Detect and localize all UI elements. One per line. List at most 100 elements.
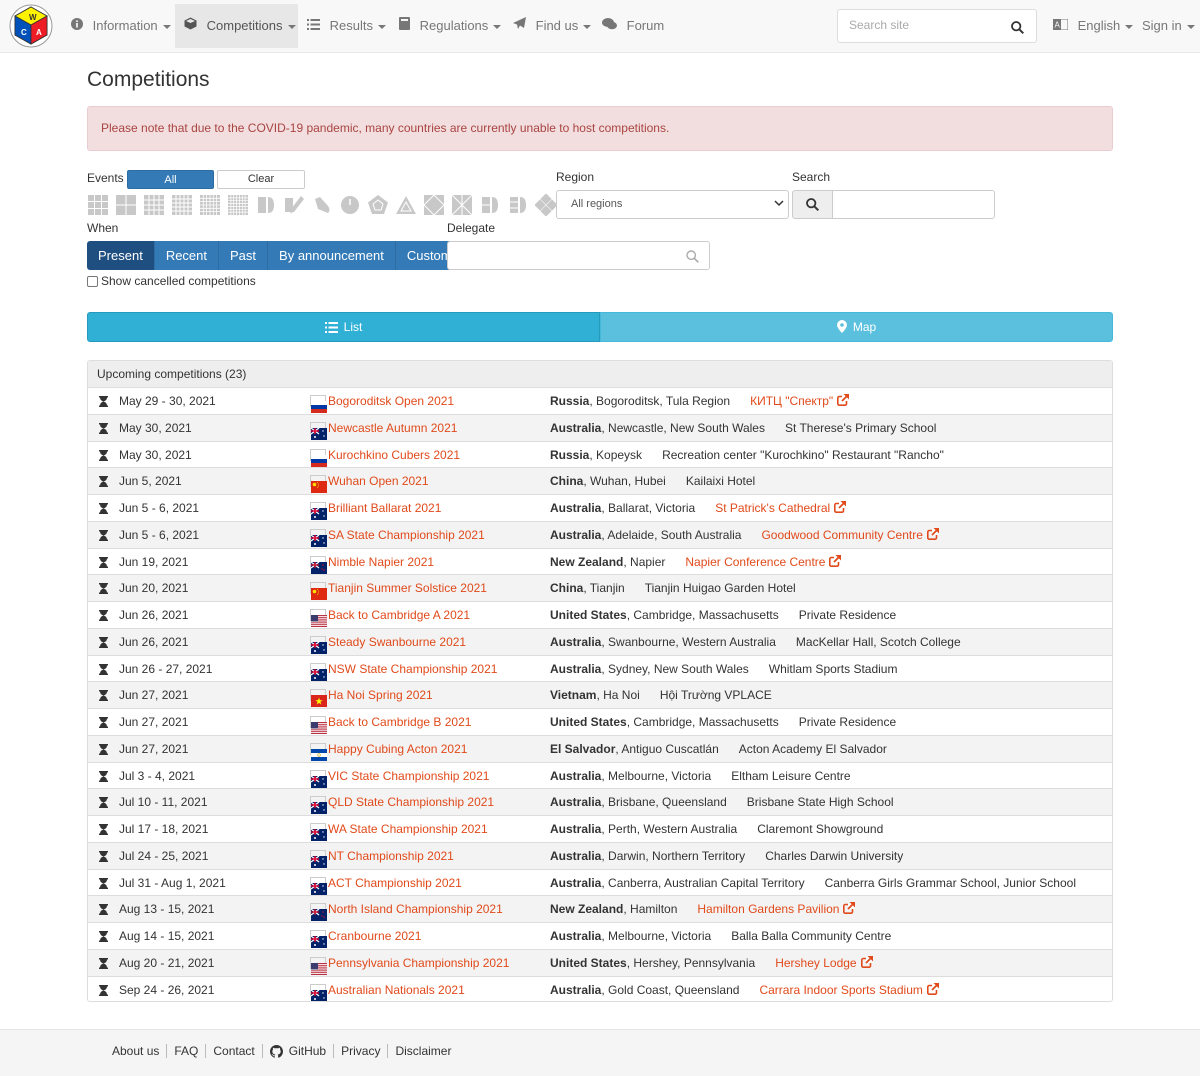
competition-venue[interactable]: Carrara Indoor Sports Stadium — [759, 982, 939, 997]
event-sq1-icon[interactable] — [451, 194, 473, 216]
competition-venue: Whitlam Sports Stadium — [769, 662, 898, 676]
show-cancelled[interactable]: Show cancelled competitions — [87, 274, 256, 288]
competition-link[interactable]: QLD State Championship 2021 — [328, 789, 494, 815]
competition-venue[interactable]: КИТЦ "Спектр" — [750, 394, 850, 408]
list-icon — [307, 19, 320, 30]
wca-logo[interactable]: W C A — [9, 3, 53, 49]
competition-venue[interactable]: Hamilton Gardens Pavilion — [697, 902, 856, 916]
search-icon[interactable] — [1011, 21, 1024, 34]
show-cancelled-checkbox[interactable] — [87, 275, 98, 287]
nav-competitions[interactable]: Competitions — [175, 4, 298, 48]
external-link-icon[interactable] — [834, 501, 847, 513]
upcoming-status — [99, 870, 108, 896]
events-clear-button[interactable]: Clear — [217, 170, 305, 189]
caret-down-icon — [493, 24, 502, 29]
competition-venue-label: Napier Conference Centre — [685, 554, 826, 569]
event-oh-icon[interactable] — [311, 194, 333, 216]
competition-link[interactable]: Happy Cubing Acton 2021 — [328, 736, 467, 762]
event-4bld-icon[interactable] — [479, 194, 501, 216]
competition-link[interactable]: Newcastle Autumn 2021 — [328, 415, 457, 441]
competition-date: May 30, 2021 — [119, 447, 192, 462]
tab-list[interactable]: List — [87, 312, 600, 342]
info-icon — [71, 18, 83, 30]
delegate-input[interactable] — [447, 241, 710, 270]
competition-link[interactable]: Pennsylvania Championship 2021 — [328, 950, 509, 976]
nav-language[interactable]: A English — [1044, 4, 1142, 48]
external-link-icon[interactable] — [829, 554, 842, 567]
competition-link[interactable]: Nimble Napier 2021 — [328, 549, 434, 575]
event-fmc-icon[interactable] — [283, 194, 305, 216]
external-link-icon[interactable] — [926, 527, 939, 540]
nav-forum[interactable]: Forum — [593, 4, 673, 48]
competition-link[interactable]: WA State Championship 2021 — [328, 816, 488, 842]
footer-github-link[interactable]: GitHub — [289, 1044, 326, 1058]
external-link-icon[interactable] — [843, 902, 856, 915]
hourglass-icon — [99, 717, 108, 728]
event-5bld-icon[interactable] — [507, 194, 529, 216]
event-megaminx-icon[interactable] — [367, 194, 389, 216]
event-3bld-icon[interactable] — [255, 194, 277, 216]
tab-map[interactable]: Map — [600, 312, 1113, 342]
competition-link[interactable]: Ha Noi Spring 2021 — [328, 682, 433, 708]
when-recent-button[interactable]: Recent — [154, 241, 220, 270]
table-row: Jun 26, 2021 Back to Cambridge A 2021 Unit… — [88, 602, 1112, 629]
region-select[interactable]: All regions — [556, 190, 789, 219]
footer-disclaimer-link[interactable]: Disclaimer — [395, 1044, 451, 1058]
external-link-icon[interactable] — [926, 982, 939, 995]
event-444-icon[interactable] — [143, 194, 165, 216]
external-link-icon[interactable] — [837, 394, 850, 406]
when-present-button[interactable]: Present — [87, 241, 155, 270]
site-search[interactable] — [837, 9, 1037, 43]
competition-link[interactable]: Brilliant Ballarat 2021 — [328, 495, 441, 521]
event-skewb-icon[interactable] — [423, 194, 445, 216]
competition-link[interactable]: VIC State Championship 2021 — [328, 763, 489, 789]
events-all-button[interactable]: All — [127, 170, 214, 189]
site-search-input[interactable] — [849, 18, 999, 32]
competition-link[interactable]: Steady Swanbourne 2021 — [328, 629, 466, 655]
event-777-icon[interactable] — [227, 194, 249, 216]
competition-search-input[interactable] — [832, 190, 995, 219]
event-pyraminx-icon[interactable] — [395, 194, 417, 216]
footer-contact-link[interactable]: Contact — [213, 1044, 254, 1058]
nav-information[interactable]: Information — [62, 4, 180, 48]
competition-link[interactable]: Cranbourne 2021 — [328, 923, 421, 949]
competition-venue[interactable]: St Patrick's Cathedral — [715, 501, 847, 515]
competition-venue[interactable]: Goodwood Community Centre — [761, 527, 939, 542]
footer-faq-link[interactable]: FAQ — [174, 1044, 198, 1058]
event-222-icon[interactable] — [115, 194, 137, 216]
table-row: Jul 10 - 11, 2021 QLD State Championship … — [88, 789, 1112, 816]
when-past-button[interactable]: Past — [219, 241, 269, 270]
competition-venue[interactable]: Napier Conference Centre — [685, 554, 842, 569]
external-link-icon[interactable] — [860, 955, 873, 968]
event-333-icon[interactable] — [87, 194, 109, 216]
competition-link[interactable]: Wuhan Open 2021 — [328, 468, 429, 494]
when-by-announcement-button[interactable]: By announcement — [268, 241, 396, 270]
competition-link[interactable]: NSW State Championship 2021 — [328, 656, 497, 682]
competition-link[interactable]: ACT Championship 2021 — [328, 870, 462, 896]
competition-link[interactable]: NT Championship 2021 — [328, 843, 454, 869]
competition-link[interactable]: Bogoroditsk Open 2021 — [328, 388, 454, 414]
footer-about-link[interactable]: About us — [112, 1044, 159, 1058]
nav-sign-in[interactable]: Sign in — [1133, 4, 1200, 48]
nav-find-us[interactable]: Find us — [504, 4, 600, 48]
footer-privacy-link[interactable]: Privacy — [341, 1044, 380, 1058]
event-555-icon[interactable] — [171, 194, 193, 216]
competition-link[interactable]: Kurochkino Cubers 2021 — [328, 442, 460, 468]
competition-venue-label: Recreation center "Kurochkino" Restauran… — [662, 447, 944, 462]
competition-link[interactable]: North Island Championship 2021 — [328, 896, 503, 922]
upcoming-status — [99, 549, 108, 575]
nav-regulations[interactable]: Regulations — [390, 4, 510, 48]
event-666-icon[interactable] — [199, 194, 221, 216]
competition-link[interactable]: Back to Cambridge B 2021 — [328, 709, 471, 735]
competition-link[interactable]: Australian Nationals 2021 — [328, 977, 465, 1002]
competition-link[interactable]: Back to Cambridge A 2021 — [328, 602, 470, 628]
competition-link[interactable]: SA State Championship 2021 — [328, 522, 485, 548]
competition-link[interactable]: Tianjin Summer Solstice 2021 — [328, 575, 487, 601]
competition-date: Jul 31 - Aug 1, 2021 — [119, 875, 226, 890]
upcoming-status — [99, 388, 108, 414]
event-clock-icon[interactable] — [339, 194, 361, 216]
competition-city: , Newcastle, New South Wales — [601, 420, 765, 435]
event-mbld-icon[interactable] — [535, 194, 557, 216]
nav-results[interactable]: Results — [298, 4, 395, 48]
competition-venue[interactable]: Hershey Lodge — [775, 955, 873, 970]
